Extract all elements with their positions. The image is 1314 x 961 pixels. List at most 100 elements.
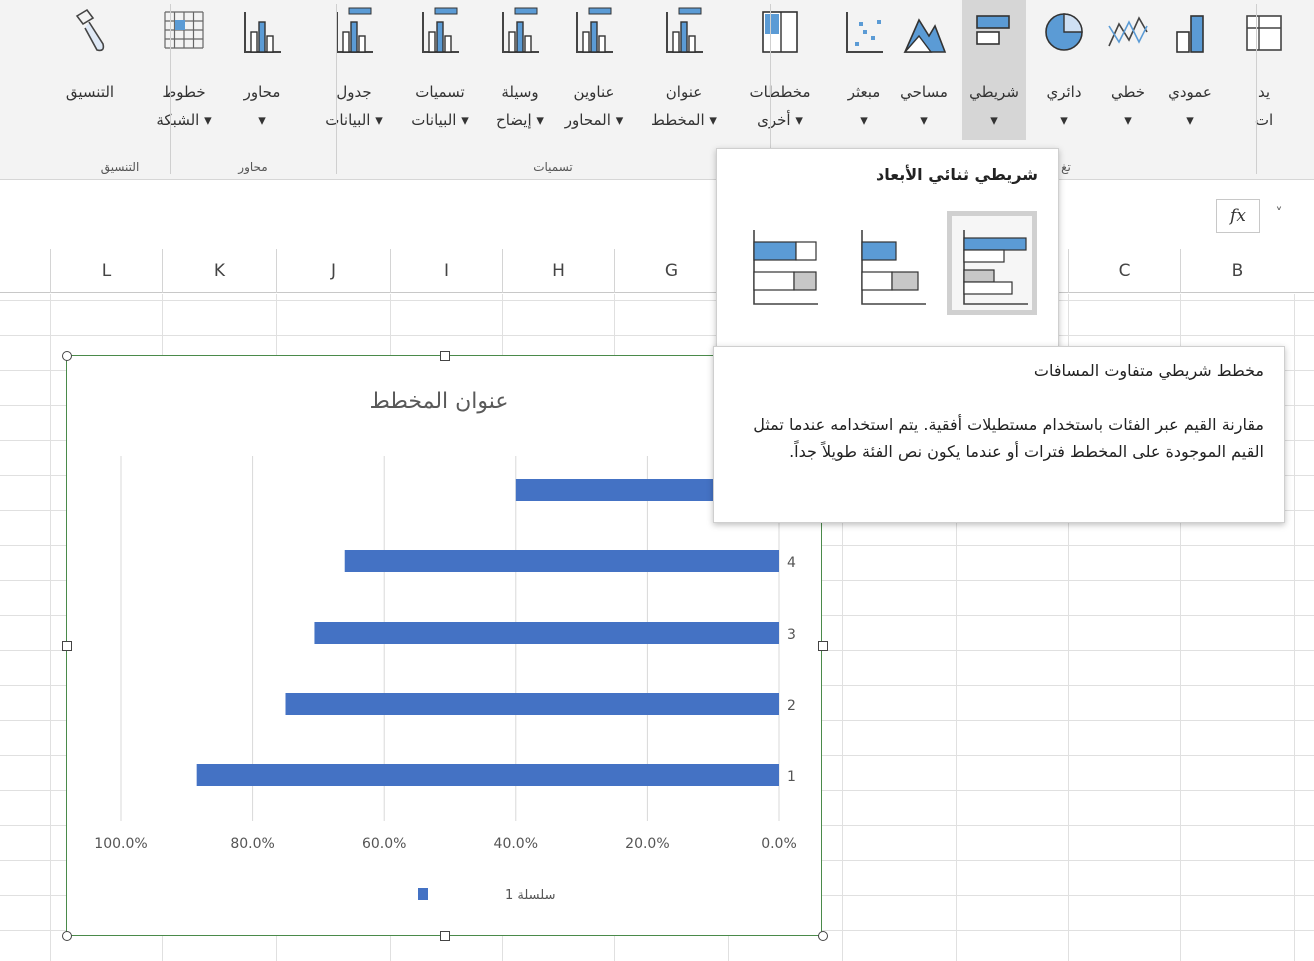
- ribbon-button-sublabel: الشبكة ▾: [156, 111, 212, 129]
- legend-label: سلسلة 1: [505, 888, 555, 903]
- axis-titles-icon: [571, 6, 617, 58]
- column-header-j[interactable]: J: [276, 249, 390, 293]
- pie-chart-icon: [1041, 6, 1087, 58]
- ribbon-button-sublabel: ▾: [1060, 111, 1068, 129]
- ribbon-button-sublabel: البيانات ▾: [325, 111, 383, 129]
- data-table-icon: [331, 6, 377, 58]
- ribbon-bar-chart-button[interactable]: شريطي ▾: [962, 0, 1026, 140]
- column-header-l[interactable]: L: [50, 249, 162, 293]
- ribbon-pie-chart-button[interactable]: دائري ▾: [1034, 0, 1094, 140]
- chart-title: عنوان المخطط: [369, 389, 508, 414]
- ribbon-brush-button[interactable]: التنسيق: [57, 0, 123, 140]
- ribbon-button-sublabel: المحاور ▾: [564, 111, 624, 129]
- function-button[interactable]: fx: [1216, 199, 1260, 233]
- ribbon-line-chart-button[interactable]: خطي ▾: [1099, 0, 1157, 140]
- ribbon-data-table-button[interactable]: جدول البيانات ▾: [310, 0, 398, 140]
- ribbon-insert-table-button[interactable]: يد ات: [1234, 0, 1294, 140]
- ribbon-button-sublabel: ▾: [860, 111, 868, 129]
- ribbon-button-sublabel: ▾: [1186, 111, 1194, 129]
- resize-handle[interactable]: [818, 641, 828, 651]
- resize-handle[interactable]: [440, 931, 450, 941]
- ribbon-scatter-chart-button[interactable]: مبعثر ▾: [834, 0, 894, 140]
- stacked-bar-100-option[interactable]: [737, 211, 827, 315]
- resize-handle[interactable]: [440, 351, 450, 361]
- ribbon-button-label: يد: [1257, 83, 1271, 101]
- gallery-title: شريطي ثنائي الأبعاد: [875, 165, 1038, 184]
- column-header-g[interactable]: G: [614, 249, 728, 293]
- ribbon-button-label: تسميات: [415, 83, 465, 101]
- grid-row-line: [0, 335, 1314, 336]
- column-header-h[interactable]: H: [502, 249, 614, 293]
- ribbon-gridlines-button[interactable]: خطوط الشبكة ▾: [144, 0, 224, 140]
- ribbon-button-label: عناوين: [573, 83, 615, 101]
- ribbon-button-label: وسيلة: [501, 83, 539, 101]
- bar-3: [314, 622, 779, 644]
- ribbon-group-label: محاور: [238, 160, 268, 174]
- x-tick-label: 80.0%: [230, 836, 274, 852]
- bar-chart-gallery: شريطي ثنائي الأبعاد: [716, 148, 1059, 348]
- legend-swatch: [418, 888, 428, 900]
- axes-icon: [239, 6, 285, 58]
- x-tick-label: 0.0%: [761, 836, 797, 852]
- ribbon-group-label: تسميات: [533, 160, 573, 174]
- stacked-bar-100-icon: [753, 230, 818, 305]
- resize-handle[interactable]: [62, 641, 72, 651]
- column-header-k[interactable]: K: [162, 249, 276, 293]
- ribbon-button-sublabel: ▾: [920, 111, 928, 129]
- ribbon-button-sublabel: ▾: [258, 111, 266, 129]
- bar-4: [344, 550, 779, 572]
- ribbon-button-label: مخططات: [749, 83, 811, 101]
- ribbon-button-label: دائري: [1046, 83, 1082, 101]
- ribbon: التنسيق خطوط الشبكة ▾ محاور ▾ جدول البيانات ▾ ت…: [0, 0, 1314, 180]
- category-label: 2: [787, 698, 796, 714]
- ribbon-button-sublabel: ات: [1254, 111, 1274, 129]
- line-chart-icon: [1105, 6, 1151, 58]
- stacked-bar-option[interactable]: [845, 211, 935, 315]
- ribbon-button-label: مساحي: [900, 83, 948, 101]
- stacked-bar-icon: [861, 230, 926, 305]
- ribbon-axis-titles-button[interactable]: عناوين المحاور ▾: [558, 0, 630, 140]
- clustered-bar-icon: [963, 230, 1028, 305]
- other-charts-icon: [757, 6, 803, 58]
- ribbon-group-separator: [336, 4, 337, 174]
- grid-column-line: [1294, 294, 1295, 961]
- formula-bar: fx ˅: [0, 181, 1314, 249]
- insert-table-icon: [1241, 6, 1287, 58]
- chart-type-tooltip: مخطط شريطي متفاوت المسافات مقارنة القيم …: [713, 346, 1285, 523]
- column-header-row: LKJIHGFEDCB: [0, 249, 1314, 293]
- ribbon-button-label: عنوان: [665, 83, 703, 101]
- x-tick-label: 100.0%: [94, 836, 147, 852]
- gridlines-icon: [161, 6, 207, 58]
- ribbon-other-charts-button[interactable]: مخططات أخرى ▾: [732, 0, 828, 140]
- column-chart-icon: [1167, 6, 1213, 58]
- ribbon-button-label: مبعثر: [847, 83, 881, 101]
- ribbon-column-chart-button[interactable]: عمودي ▾: [1159, 0, 1221, 140]
- ribbon-button-sublabel: ▾: [990, 111, 998, 129]
- ribbon-axes-button[interactable]: محاور ▾: [232, 0, 292, 140]
- area-chart-icon: [901, 6, 947, 58]
- x-tick-label: 20.0%: [625, 836, 669, 852]
- resize-handle[interactable]: [818, 931, 828, 941]
- bar-2: [285, 693, 779, 715]
- ribbon-button-label: خطوط: [162, 83, 206, 101]
- ribbon-button-label: جدول: [336, 83, 372, 101]
- resize-handle[interactable]: [62, 351, 72, 361]
- clustered-bar-option[interactable]: [947, 211, 1037, 315]
- ribbon-data-labels-button[interactable]: تسميات البيانات ▾: [400, 0, 480, 140]
- ribbon-chart-title-button[interactable]: عنوان المخطط ▾: [636, 0, 732, 140]
- ribbon-button-sublabel: ▾: [1124, 111, 1132, 129]
- chart-area[interactable]: 0.0%20.0%40.0%60.0%80.0%100.0%12345عنوان…: [62, 351, 828, 941]
- ribbon-area-chart-button[interactable]: مساحي ▾: [891, 0, 957, 140]
- name-box-dropdown[interactable]: ˅: [1264, 199, 1294, 233]
- ribbon-button-sublabel: إيضاح ▾: [496, 111, 544, 129]
- column-header-b[interactable]: B: [1180, 249, 1294, 293]
- ribbon-button-sublabel: البيانات ▾: [411, 111, 469, 129]
- ribbon-button-label: محاور: [243, 83, 281, 101]
- column-header-c[interactable]: C: [1068, 249, 1180, 293]
- column-header-i[interactable]: I: [390, 249, 502, 293]
- ribbon-legend-button[interactable]: وسيلة إيضاح ▾: [484, 0, 556, 140]
- x-tick-label: 60.0%: [362, 836, 406, 852]
- resize-handle[interactable]: [62, 931, 72, 941]
- category-label: 3: [787, 627, 796, 643]
- ribbon-button-label: شريطي: [969, 83, 1019, 101]
